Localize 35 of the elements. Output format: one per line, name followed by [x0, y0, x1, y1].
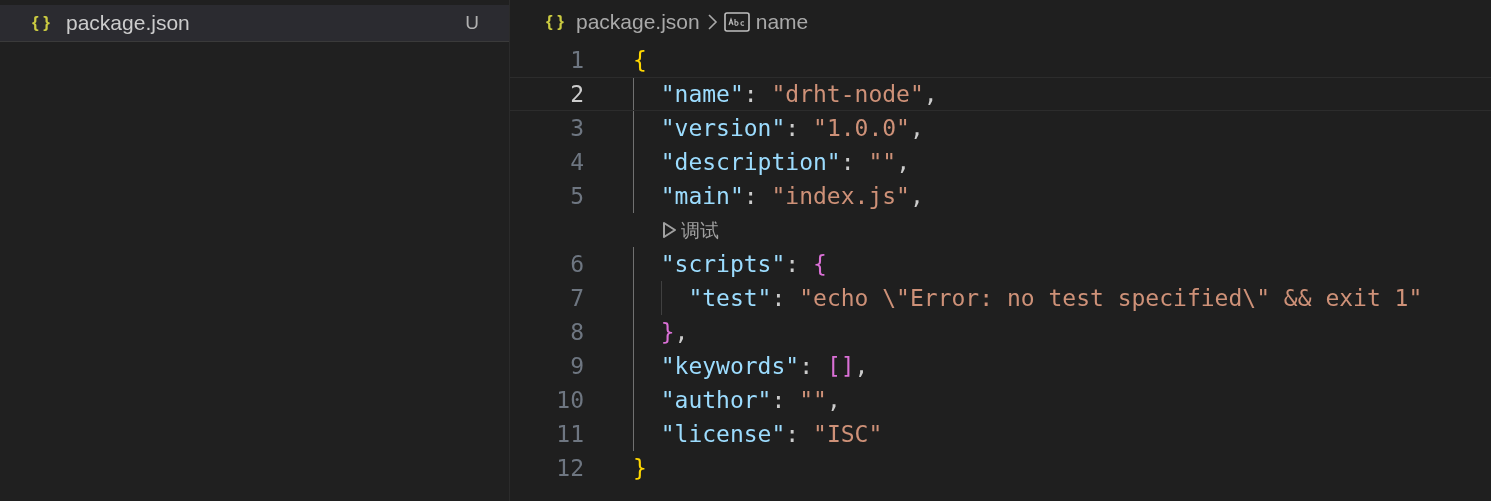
string-symbol-icon	[723, 11, 750, 32]
code-line: },	[659, 317, 689, 347]
code-line: "name": "drht-node",	[659, 79, 938, 109]
line-number: 5	[569, 181, 584, 211]
line-number: 6	[569, 249, 584, 279]
play-icon	[661, 220, 677, 240]
line-number: 3	[569, 113, 584, 143]
code-line: {	[633, 45, 647, 75]
line-number: 4	[569, 147, 584, 177]
file-item[interactable]: { } package.json U	[0, 5, 509, 42]
code-line: }	[633, 453, 647, 483]
code-line: "version": "1.0.0",	[659, 113, 924, 143]
chevron-icon	[705, 12, 718, 31]
breadcrumb-item[interactable]: package.json	[575, 5, 700, 38]
line-number: 1	[569, 45, 584, 75]
line-number: 2	[569, 79, 584, 109]
breadcrumb-item[interactable]: name	[755, 5, 809, 38]
code-line: "main": "index.js",	[659, 181, 924, 211]
line-number: 9	[569, 351, 584, 381]
file-name: package.json	[66, 10, 191, 37]
code-line: "license": "ISC"	[659, 419, 883, 449]
code-line: "keywords": [],	[659, 351, 869, 381]
line-number: 12	[555, 453, 584, 483]
json-file-icon: { }	[546, 8, 564, 35]
debug-codelens[interactable]: 调试	[661, 215, 719, 245]
line-number: 8	[569, 317, 584, 347]
line-number: 10	[555, 385, 584, 415]
code-line: "scripts": {	[659, 249, 827, 279]
json-file-icon: { }	[32, 10, 66, 36]
code-line: "description": "",	[659, 147, 910, 177]
line-number: 7	[569, 283, 584, 313]
git-status: U	[465, 10, 479, 35]
code-line: "author": "",	[659, 385, 841, 415]
code-line: "test": "echo \"Error: no test specified\" && exit 1"	[687, 283, 1423, 313]
line-number: 11	[555, 419, 584, 449]
